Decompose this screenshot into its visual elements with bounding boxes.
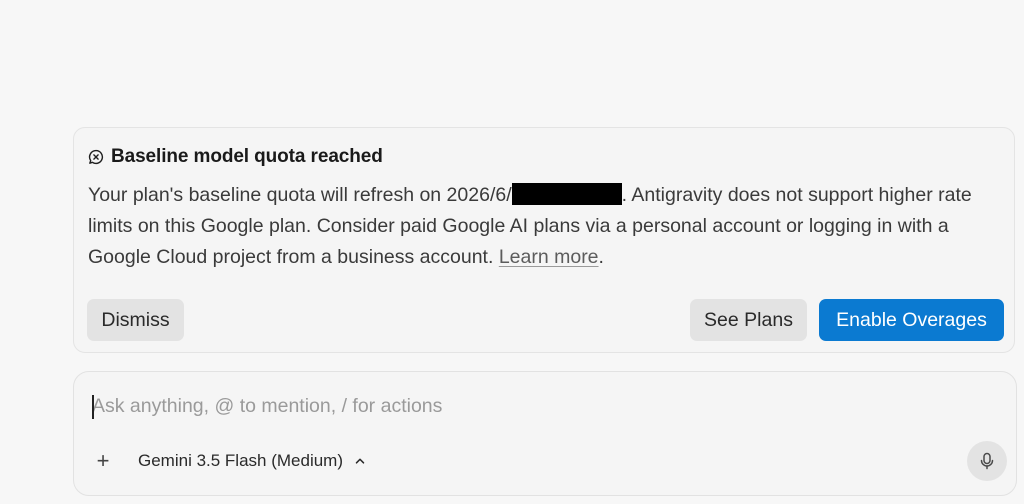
chat-composer: + Gemini 3.5 Flash (Medium) (73, 371, 1017, 496)
learn-more-link[interactable]: Learn more (499, 246, 599, 268)
notice-message: Your plan's baseline quota will refresh … (88, 180, 998, 273)
add-button[interactable]: + (91, 448, 115, 473)
redaction-block (511, 183, 622, 205)
quota-notice: Baseline model quota reached Your plan's… (73, 127, 1015, 353)
microphone-icon (979, 452, 995, 470)
see-plans-button[interactable]: See Plans (690, 299, 807, 341)
enable-overages-button[interactable]: Enable Overages (819, 299, 1004, 341)
chat-input[interactable] (92, 392, 972, 420)
dismiss-button[interactable]: Dismiss (87, 299, 184, 341)
voice-input-button[interactable] (967, 441, 1007, 481)
text-caret (92, 395, 94, 419)
page: Baseline model quota reached Your plan's… (0, 0, 1024, 504)
model-label: Gemini 3.5 Flash (Medium) (138, 451, 344, 470)
notice-title: Baseline model quota reached (111, 146, 383, 167)
model-selector[interactable]: Gemini 3.5 Flash (Medium) (138, 449, 366, 473)
plus-icon: + (96, 448, 110, 473)
message-x-icon (88, 149, 104, 165)
chevron-up-icon (354, 455, 366, 467)
notice-header: Baseline model quota reached (88, 146, 383, 168)
notice-message-start: Your plan's baseline quota will refresh … (88, 184, 512, 206)
notice-message-end: . (598, 246, 604, 268)
